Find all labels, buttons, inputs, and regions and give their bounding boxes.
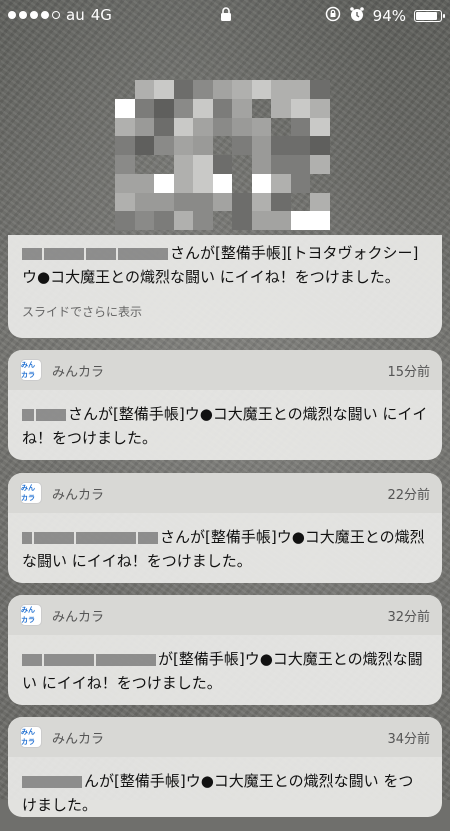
notification-text: さんが[整備手帳]ウ●コ大魔王との熾烈な闘い にイイね！をつけました。: [22, 405, 428, 447]
notification-time: 15分前: [387, 364, 430, 380]
notification-time: 22分前: [387, 487, 430, 503]
minkara-app-icon: みんカラ: [20, 359, 42, 381]
app-name: みんカラ: [52, 487, 105, 503]
notification-card[interactable]: みんカラ みんカラ 34分前 んが[整備手帳]ウ●コ大魔王との熾烈な闘い をつけ…: [8, 717, 442, 817]
network-label: 4G: [90, 6, 112, 24]
notification-card[interactable]: みんカラ みんカラ 15分前 さんが[整備手帳]ウ●コ大魔王との熾烈な闘い にイ…: [8, 350, 442, 460]
notification-card[interactable]: みんカラ みんカラ 32分前 が[整備手帳]ウ●コ大魔王との熾烈な闘い にイイね…: [8, 595, 442, 705]
minkara-app-icon: みんカラ: [20, 482, 42, 504]
battery-icon: [414, 10, 445, 22]
pixelated-image: [115, 80, 330, 230]
slide-to-view-hint: スライドでさらに表示: [22, 305, 143, 319]
signal-strength-icon: [8, 11, 60, 19]
notification-time: 32分前: [387, 609, 430, 625]
app-name: みんカラ: [52, 364, 105, 380]
notification-card[interactable]: さんが[整備手帳][トヨタヴォクシー]ウ●コ大魔王との熾烈な闘い にイイね！をつ…: [8, 235, 442, 338]
app-name: みんカラ: [52, 609, 105, 625]
minkara-app-icon: みんカラ: [20, 726, 42, 748]
alarm-icon: [349, 6, 365, 26]
battery-percent: 94%: [372, 7, 406, 25]
status-bar: au 4G 94%: [0, 0, 450, 30]
lock-icon: [220, 7, 232, 26]
notification-time: 34分前: [387, 731, 430, 747]
rotation-lock-icon: [325, 6, 341, 26]
minkara-app-icon: みんカラ: [20, 604, 42, 626]
carrier-label: au: [66, 6, 85, 24]
notification-card[interactable]: みんカラ みんカラ 22分前 さんが[整備手帳]ウ●コ大魔王との熾烈な闘い にイ…: [8, 473, 442, 583]
app-name: みんカラ: [52, 731, 105, 747]
